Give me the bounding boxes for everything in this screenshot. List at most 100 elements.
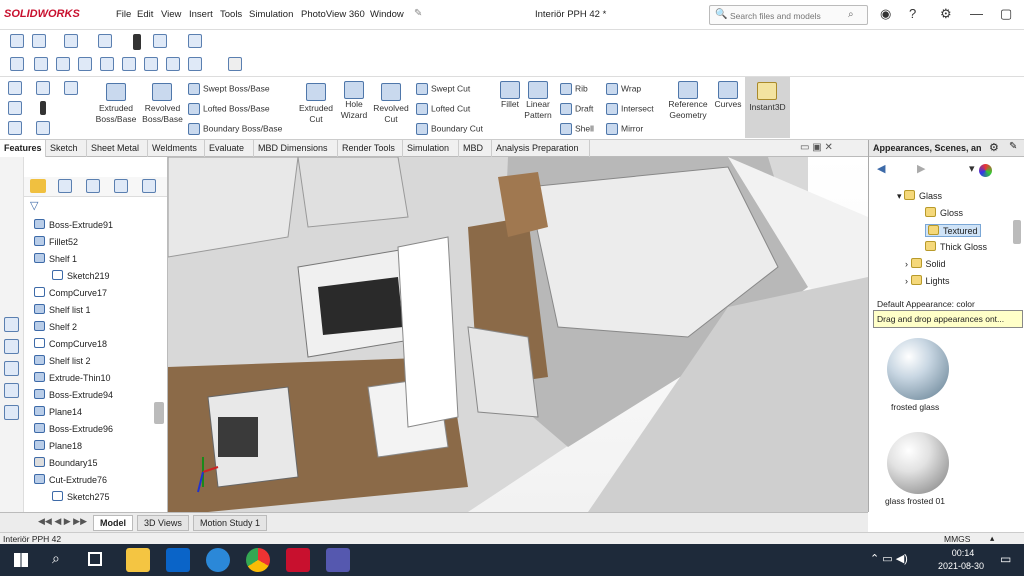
strip-tool-3-icon[interactable] xyxy=(4,361,19,376)
tab-mbd-dimensions[interactable]: MBD Dimensions xyxy=(254,140,338,157)
appearances-icon[interactable] xyxy=(979,164,992,177)
tree-item[interactable]: Fillet52 xyxy=(34,236,78,247)
feature-manager-icon[interactable] xyxy=(30,179,46,193)
frosted-glass-swatch[interactable] xyxy=(887,338,949,400)
tree-item[interactable]: Boundary15 xyxy=(34,457,98,468)
help-icon[interactable]: ? xyxy=(909,6,916,21)
curves-button[interactable]: Curves xyxy=(710,99,746,110)
notification-icon[interactable]: ▭ xyxy=(1000,552,1011,566)
window-controls-icon[interactable]: ▭ ▣ ✕ xyxy=(800,142,833,153)
home-icon[interactable]: ▾ xyxy=(969,162,975,175)
minimize-icon[interactable]: — xyxy=(970,6,983,21)
maximize-icon[interactable]: ▢ xyxy=(1000,6,1012,22)
intersect-button[interactable]: Intersect xyxy=(606,103,654,115)
view-front-icon[interactable] xyxy=(34,57,48,71)
solidworks-taskbar-icon[interactable] xyxy=(286,548,310,572)
tab-evaluate[interactable]: Evaluate xyxy=(205,140,254,157)
strip-tool-5-icon[interactable] xyxy=(4,405,19,420)
forward-icon[interactable]: ▶ xyxy=(917,162,925,175)
cmd-anchor-icon[interactable] xyxy=(8,81,22,95)
tab-3d-views[interactable]: 3D Views xyxy=(137,515,189,531)
cmd-save-icon[interactable] xyxy=(36,81,50,95)
search-icon[interactable]: ⌕ xyxy=(52,550,60,567)
configuration-manager-icon[interactable] xyxy=(86,179,100,193)
menu-window[interactable]: Window xyxy=(370,9,404,20)
tree-scrollbar[interactable] xyxy=(154,402,164,424)
options-icon[interactable]: ⚙ xyxy=(989,141,999,154)
tray-icons[interactable]: ⌃ ▭ ◀) xyxy=(870,552,908,565)
anchor-icon[interactable] xyxy=(10,57,24,71)
view-right-icon[interactable] xyxy=(100,57,114,71)
fillet-button[interactable]: Fillet xyxy=(496,99,524,110)
tab-render-tools[interactable]: Render Tools xyxy=(338,140,403,157)
strip-tool-1-icon[interactable] xyxy=(4,317,19,332)
revolved-cut-button[interactable]: Revolved Cut xyxy=(371,103,411,125)
magnifier-icon[interactable]: ⌕ xyxy=(848,9,854,20)
cmd-new-icon[interactable] xyxy=(8,101,22,115)
strip-tool-2-icon[interactable] xyxy=(4,339,19,354)
clock-time[interactable]: 00:14 xyxy=(938,548,988,558)
instant3d-button[interactable]: Instant3D xyxy=(745,77,790,138)
back-icon[interactable]: ◀ xyxy=(877,162,885,175)
linear-pattern-button[interactable]: Linear Pattern xyxy=(521,99,555,121)
folder-scrollbar[interactable] xyxy=(1013,220,1021,244)
menu-simulation[interactable]: Simulation xyxy=(249,9,293,20)
tree-item[interactable]: Plane14 xyxy=(34,406,82,417)
swept-cut-button[interactable]: Swept Cut xyxy=(416,83,470,95)
user-icon[interactable]: ◉ xyxy=(880,6,891,22)
menu-view[interactable]: View xyxy=(161,9,181,20)
cmd-open-icon[interactable] xyxy=(8,121,22,135)
mirror-button[interactable]: Mirror xyxy=(606,123,643,135)
tab-sketch[interactable]: Sketch xyxy=(46,140,87,157)
menu-file[interactable]: File xyxy=(116,9,131,20)
tab-weldments[interactable]: Weldments xyxy=(148,140,205,157)
folder-textured[interactable]: Textured xyxy=(925,224,981,237)
draft-button[interactable]: Draft xyxy=(560,103,593,115)
tree-item[interactable]: Plane18 xyxy=(34,440,82,451)
task-view-icon[interactable] xyxy=(88,552,102,566)
tree-item[interactable]: Boss-Extrude91 xyxy=(34,219,113,230)
isometric-icon[interactable] xyxy=(166,57,180,71)
open-icon[interactable] xyxy=(64,34,78,48)
menu-photoview[interactable]: PhotoView 360 xyxy=(301,9,365,20)
folder-lights[interactable]: › Lights xyxy=(905,275,950,286)
glass-frosted-01-swatch[interactable] xyxy=(887,432,949,494)
home-icon[interactable] xyxy=(10,34,24,48)
pin-icon[interactable]: ✎ xyxy=(414,8,422,19)
tree-item[interactable]: CompCurve18 xyxy=(34,338,107,349)
save-icon[interactable] xyxy=(98,34,112,48)
wrap-button[interactable]: Wrap xyxy=(606,83,641,95)
property-manager-icon[interactable] xyxy=(58,179,72,193)
menu-insert[interactable]: Insert xyxy=(189,9,213,20)
new-file-icon[interactable] xyxy=(32,34,46,48)
lofted-boss-button[interactable]: Lofted Boss/Base xyxy=(188,103,270,115)
hole-wizard-button[interactable]: Hole Wizard xyxy=(336,99,372,121)
traffic-light-icon[interactable] xyxy=(133,34,141,50)
graphics-area[interactable]: ⌕⌕✎▣◫◧◉◐⚙▭ xyxy=(168,157,868,512)
cmd-gear-icon[interactable] xyxy=(36,121,50,135)
tab-sheet-metal[interactable]: Sheet Metal xyxy=(87,140,148,157)
undo-icon[interactable] xyxy=(188,34,202,48)
edge-icon[interactable] xyxy=(206,548,230,572)
menu-edit[interactable]: Edit xyxy=(137,9,153,20)
dimxpert-icon[interactable] xyxy=(114,179,128,193)
tab-analysis-preparation[interactable]: Analysis Preparation xyxy=(492,140,590,157)
lofted-cut-button[interactable]: Lofted Cut xyxy=(416,103,470,115)
boundary-boss-button[interactable]: Boundary Boss/Base xyxy=(188,123,282,135)
filter-icon[interactable]: ▽ xyxy=(30,199,38,212)
display-manager-icon[interactable] xyxy=(142,179,156,193)
gear-icon[interactable] xyxy=(153,34,167,48)
folder-gloss[interactable]: Gloss xyxy=(925,207,963,218)
extruded-cut-button[interactable]: Extruded Cut xyxy=(296,103,336,125)
options-icon[interactable]: ⚙ xyxy=(940,6,952,22)
swept-boss-button[interactable]: Swept Boss/Base xyxy=(188,83,270,95)
shaded-icon[interactable] xyxy=(188,57,202,71)
outlook-icon[interactable] xyxy=(166,548,190,572)
tab-model[interactable]: Model xyxy=(93,515,133,531)
folder-thick-gloss[interactable]: Thick Gloss xyxy=(925,241,987,252)
tree-item[interactable]: Sketch275 xyxy=(52,491,110,502)
folder-solid[interactable]: › Solid xyxy=(905,258,946,269)
folder-glass[interactable]: ▾ Glass xyxy=(897,190,942,202)
tree-item[interactable]: Extrude-Thin10 xyxy=(34,372,111,383)
tree-item[interactable]: Sketch219 xyxy=(52,270,110,281)
